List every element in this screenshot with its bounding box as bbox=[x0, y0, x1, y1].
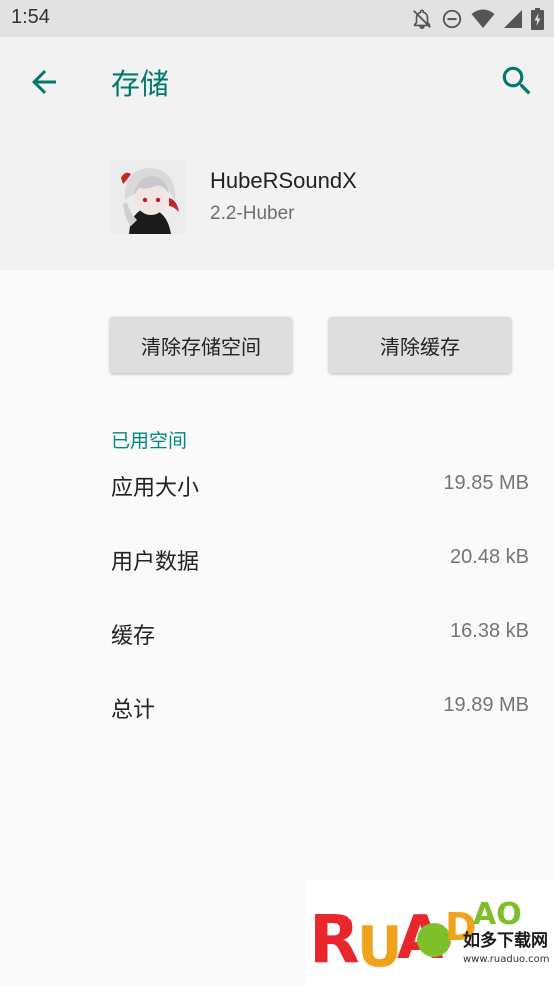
section-title-used-space: 已用空间 bbox=[111, 430, 188, 452]
do-not-disturb-icon bbox=[441, 8, 463, 30]
svg-text:R: R bbox=[309, 901, 360, 978]
notifications-off-icon bbox=[411, 8, 433, 30]
storage-row-value: 20.48 kB bbox=[450, 546, 529, 568]
app-bar: 存储 bbox=[0, 37, 554, 126]
storage-row-label: 应用大小 bbox=[111, 476, 200, 501]
storage-row-value: 19.85 MB bbox=[443, 472, 529, 494]
svg-text:AO: AO bbox=[473, 897, 522, 932]
storage-row-cache: 缓存 16.38 kB bbox=[0, 614, 554, 654]
app-header: HubeRSoundX 2.2-Huber bbox=[0, 126, 554, 270]
watermark-logo: R U A D AO 如多下载网 www.ruaduo.com bbox=[305, 880, 554, 985]
clear-storage-button[interactable]: 清除存储空间 bbox=[110, 317, 292, 373]
clear-cache-button[interactable]: 清除缓存 bbox=[329, 317, 511, 373]
storage-row-label: 总计 bbox=[111, 698, 156, 723]
storage-row-user-data: 用户数据 20.48 kB bbox=[0, 540, 554, 580]
page-title: 存储 bbox=[111, 67, 170, 101]
app-icon bbox=[111, 160, 185, 234]
status-icons bbox=[411, 8, 544, 30]
status-bar: 1:54 bbox=[0, 0, 554, 37]
storage-row-value: 16.38 kB bbox=[450, 620, 529, 642]
storage-row-total: 总计 19.89 MB bbox=[0, 688, 554, 728]
app-storage-screen: 1:54 存储 HubeRSoundX 2.2-Huber 清除存储空间 清除缓… bbox=[0, 0, 554, 985]
status-time: 1:54 bbox=[11, 6, 50, 28]
storage-row-label: 用户数据 bbox=[111, 550, 200, 575]
battery-charging-icon bbox=[531, 8, 544, 30]
app-name: HubeRSoundX bbox=[210, 168, 357, 193]
arrow-back-icon[interactable] bbox=[26, 64, 62, 100]
storage-row-value: 19.89 MB bbox=[443, 694, 529, 716]
wifi-icon bbox=[471, 9, 495, 29]
svg-text:www.ruaduo.com: www.ruaduo.com bbox=[463, 954, 550, 965]
svg-text:如多下载网: 如多下载网 bbox=[463, 930, 548, 951]
storage-row-label: 缓存 bbox=[111, 624, 156, 649]
svg-text:U: U bbox=[357, 915, 402, 980]
storage-row-app-size: 应用大小 19.85 MB bbox=[0, 466, 554, 506]
search-icon[interactable] bbox=[498, 62, 536, 100]
app-version: 2.2-Huber bbox=[210, 203, 295, 224]
signal-icon bbox=[503, 9, 523, 29]
